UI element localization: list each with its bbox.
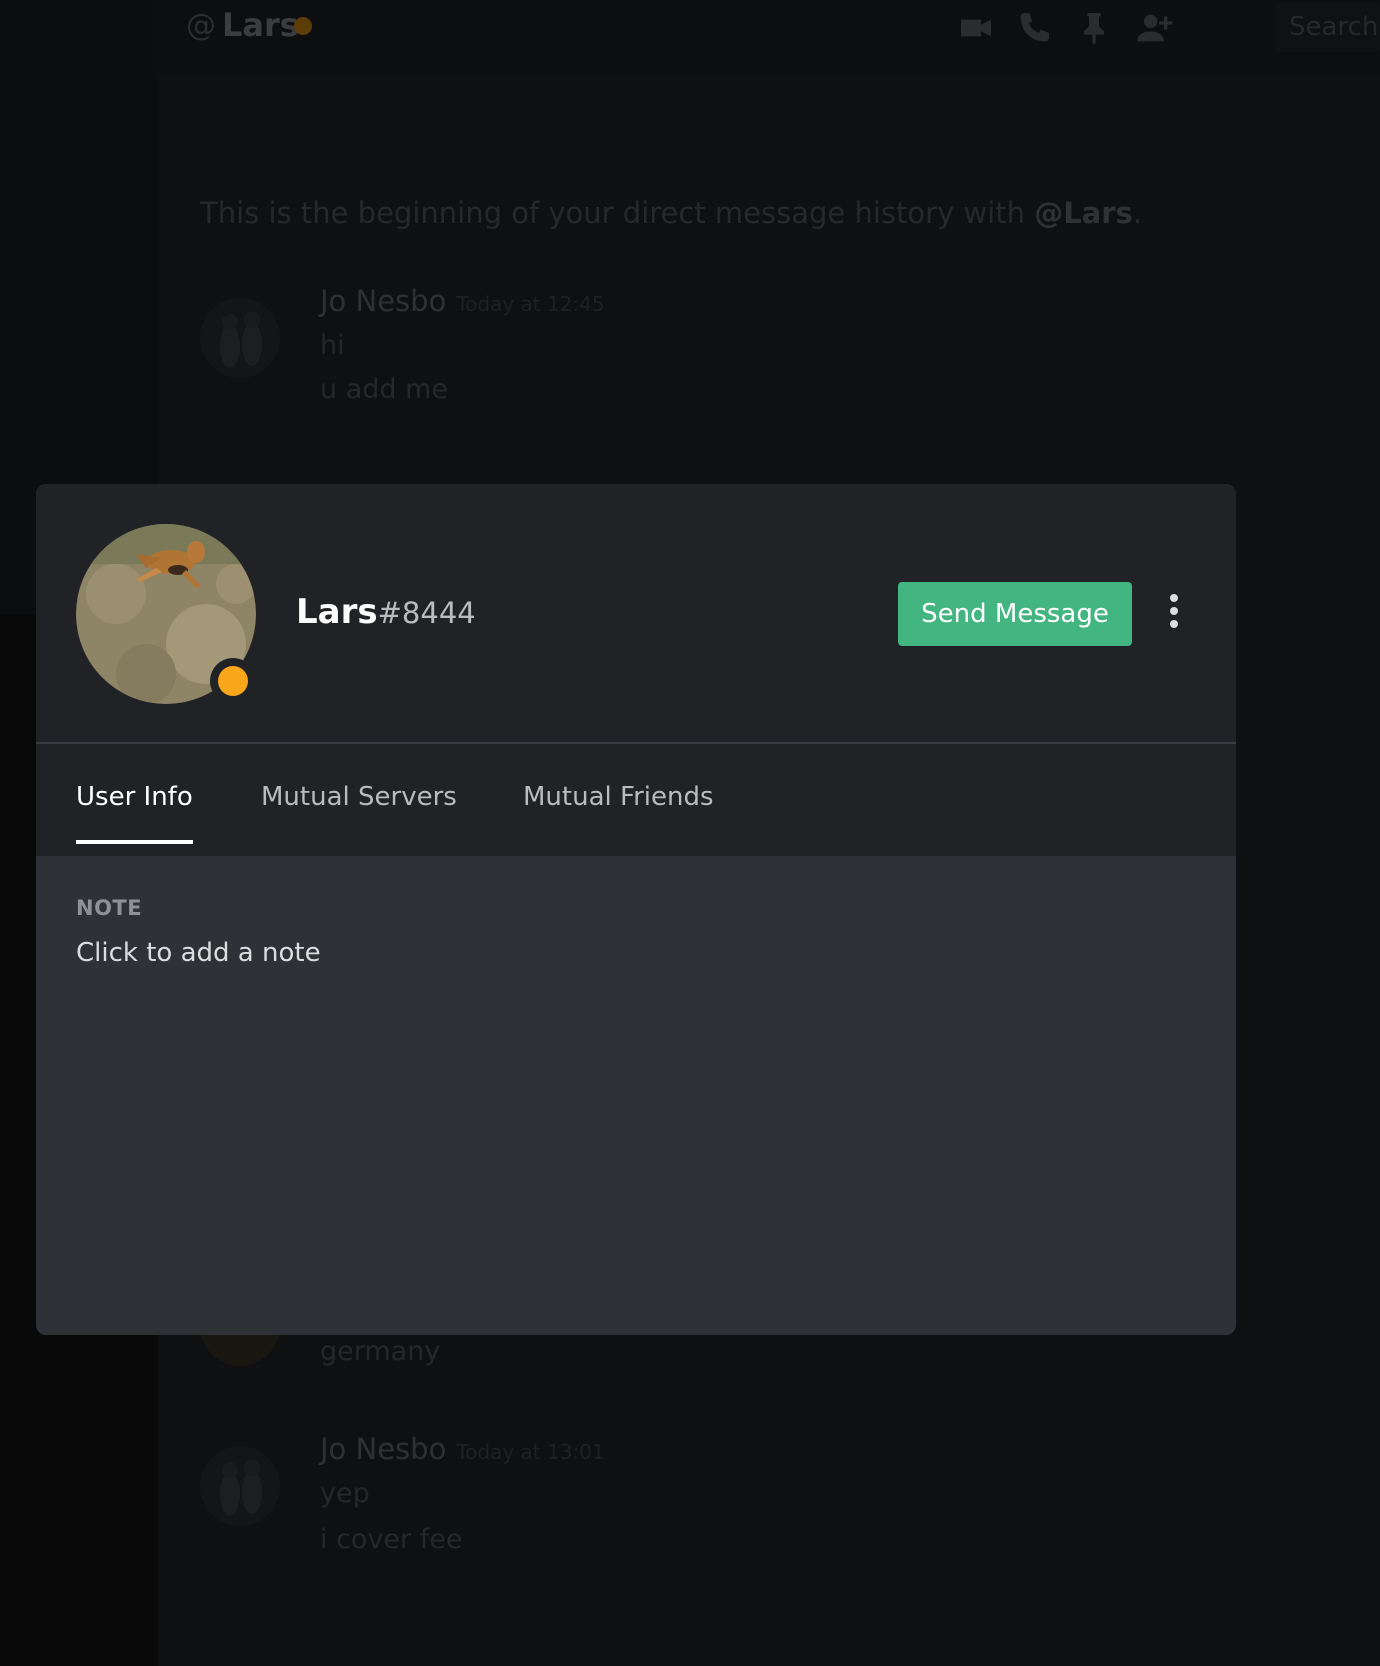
penguin-avatar-image — [200, 298, 280, 378]
status-indicator — [210, 658, 256, 704]
pin-icon[interactable] — [1074, 8, 1114, 48]
discriminator: #8444 — [377, 596, 476, 630]
message-timestamp: Today at 13:01 — [456, 1440, 605, 1464]
message-timestamp: Today at 12:45 — [456, 292, 605, 316]
tab-user-info[interactable]: User Info — [76, 782, 193, 844]
at-icon: @ — [186, 8, 216, 43]
add-friend-icon[interactable] — [1134, 8, 1174, 48]
mention[interactable]: @Lars — [1034, 196, 1133, 230]
search-input[interactable]: Search — [1275, 2, 1380, 52]
profile-username: Lars#8444 — [296, 592, 476, 632]
search-placeholder: Search — [1289, 12, 1379, 42]
tab-mutual-servers[interactable]: Mutual Servers — [261, 782, 457, 840]
note-field[interactable]: Click to add a note — [76, 938, 321, 968]
send-message-button[interactable]: Send Message — [898, 582, 1132, 646]
message-text: hi — [320, 330, 345, 361]
message-text: yep — [320, 1478, 370, 1509]
profile-tabs: User Info Mutual Servers Mutual Friends — [36, 744, 1236, 856]
message-text: u add me — [320, 374, 449, 405]
more-options-icon[interactable] — [1164, 594, 1184, 634]
user-info-panel: NOTE Click to add a note — [36, 856, 1236, 1335]
user-profile-modal: Lars#8444 Send Message User Info Mutual … — [36, 484, 1236, 1335]
channel-name: Lars — [222, 6, 299, 44]
idle-status-icon — [218, 666, 248, 696]
avatar[interactable] — [200, 1446, 280, 1526]
message-text: i cover fee — [320, 1524, 463, 1555]
video-camera-icon[interactable] — [956, 8, 996, 48]
phone-icon[interactable] — [1014, 8, 1054, 48]
penguin-avatar-image — [200, 1446, 280, 1526]
profile-avatar-wrapper — [76, 524, 256, 704]
message-text: germany — [320, 1336, 441, 1367]
avatar[interactable] — [200, 298, 280, 378]
message-author[interactable]: Jo Nesbo Today at 13:01 — [320, 1432, 605, 1466]
profile-header: Lars#8444 Send Message — [36, 484, 1236, 744]
dm-intro: This is the beginning of your direct mes… — [200, 196, 1143, 230]
message-author[interactable]: Jo Nesbo Today at 12:45 — [320, 284, 605, 318]
status-dot — [294, 17, 312, 35]
channel-header: @ Lars Search — [158, 0, 1380, 76]
tab-mutual-friends[interactable]: Mutual Friends — [523, 782, 714, 840]
note-heading: NOTE — [76, 896, 143, 920]
username: Lars — [296, 592, 378, 632]
